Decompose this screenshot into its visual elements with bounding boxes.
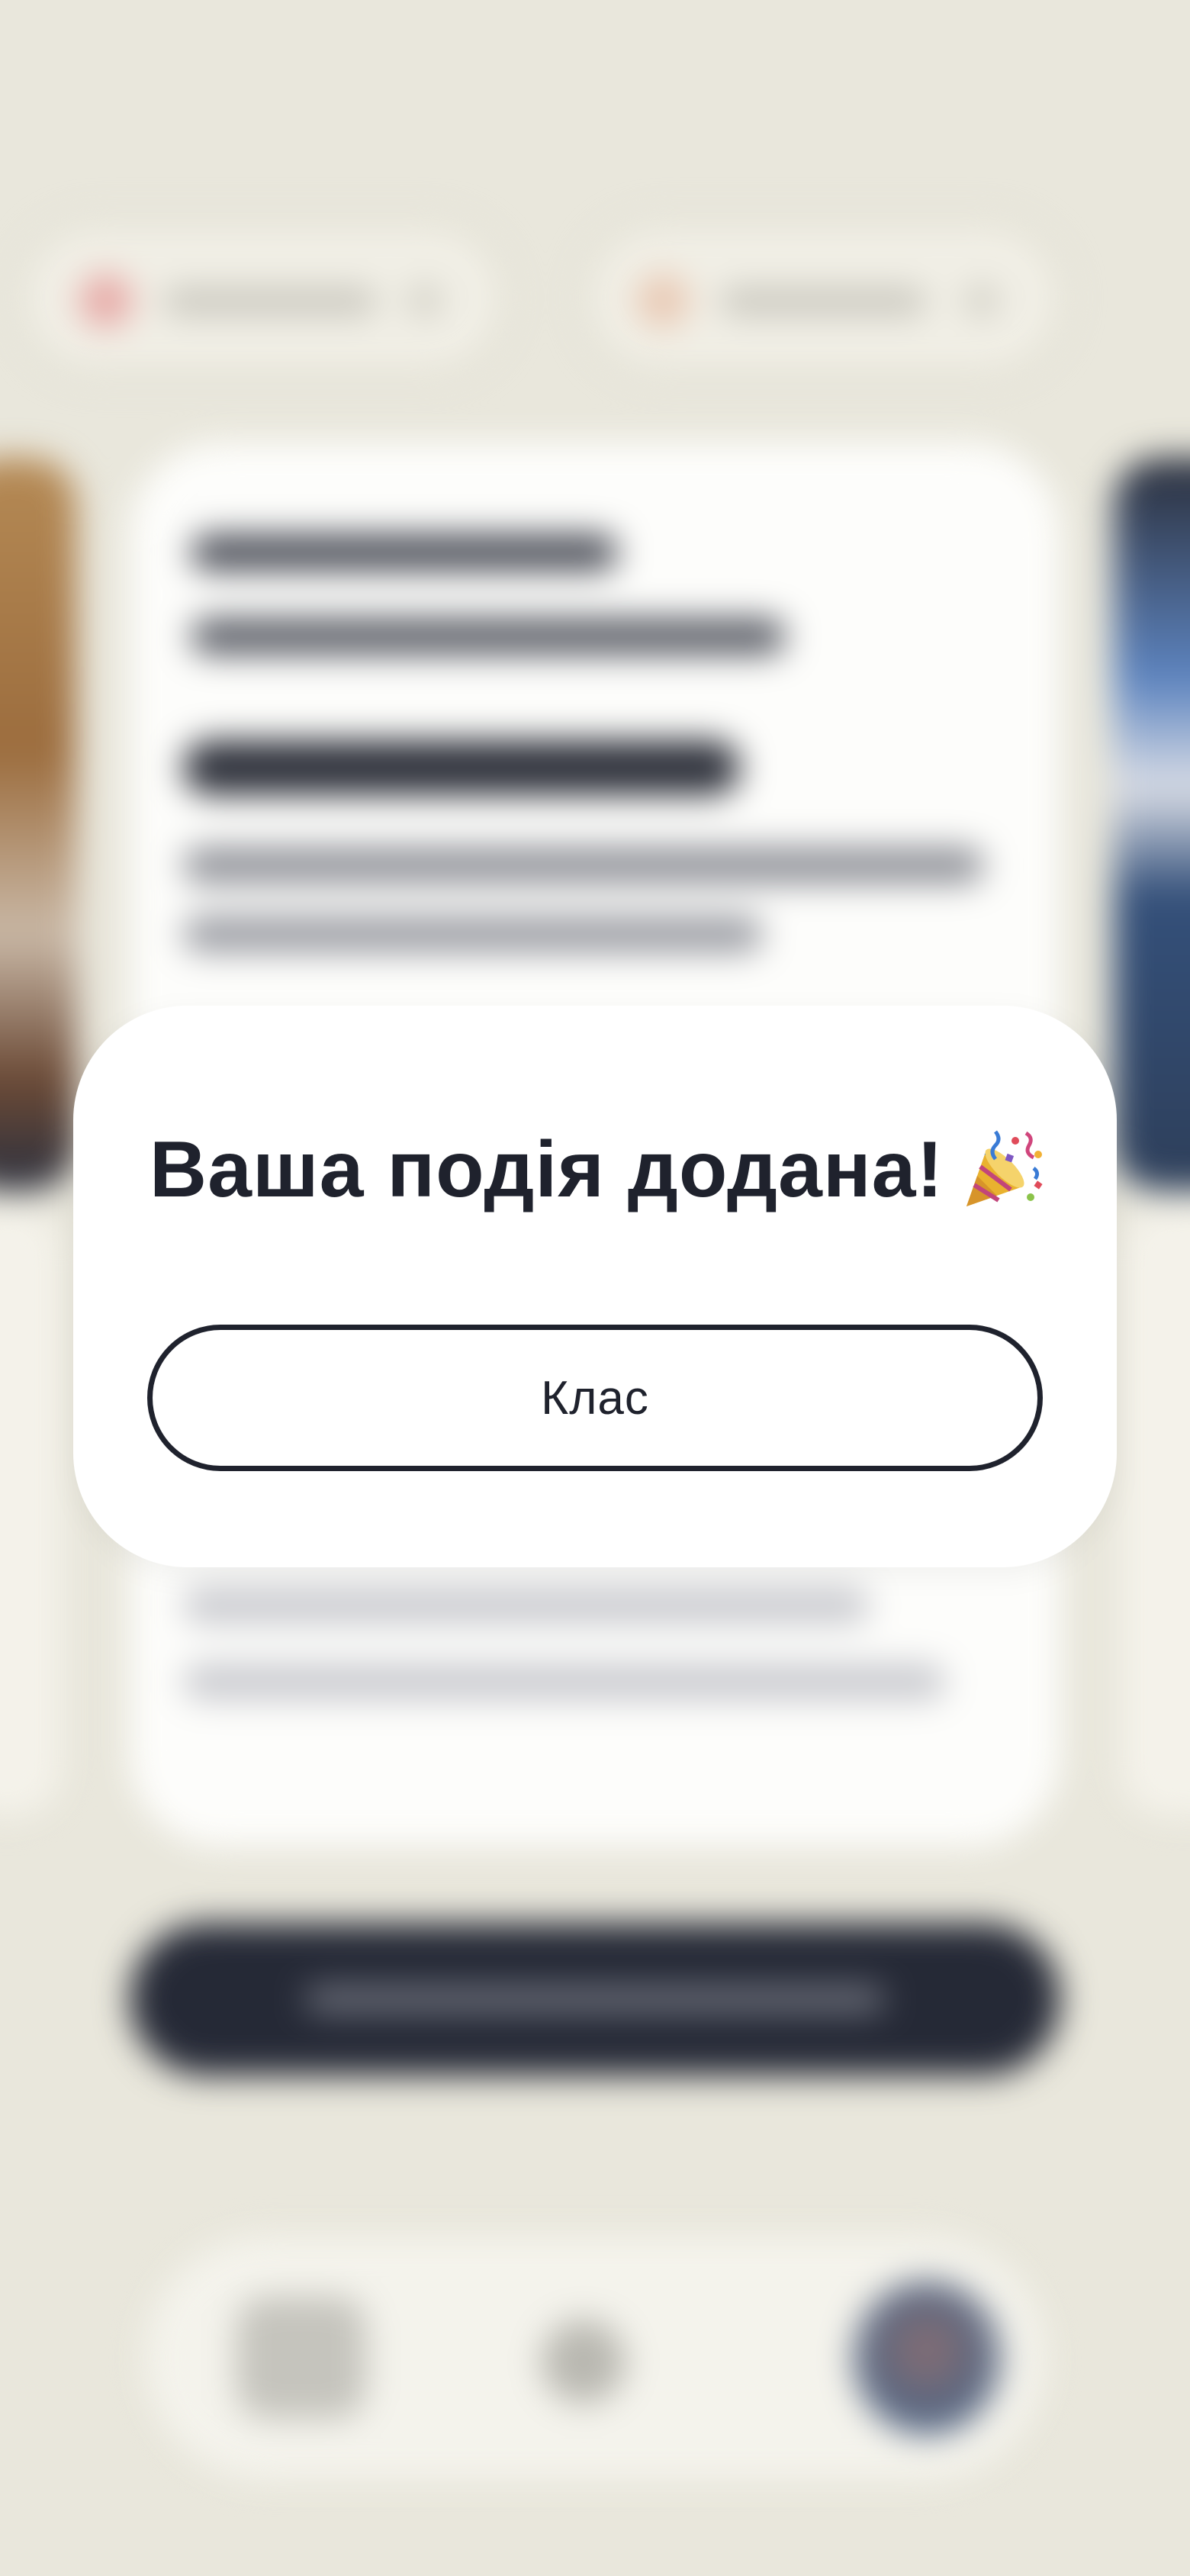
- card-text-line: [183, 847, 984, 884]
- event-added-dialog: Ваша подія додана! Клас: [73, 1006, 1117, 1567]
- side-card-right-image: [1114, 458, 1190, 1190]
- chip-icon: [636, 274, 690, 327]
- chip-label-placeholder: [720, 288, 926, 315]
- party-popper-icon: [960, 1127, 1046, 1212]
- class-button[interactable]: Клас: [147, 1325, 1043, 1471]
- plus-icon: [542, 2320, 626, 2404]
- side-card-right: [1121, 1206, 1190, 1816]
- card-text-line: [183, 1587, 870, 1624]
- avatar: [854, 2281, 999, 2434]
- primary-action-label-placeholder: [305, 1985, 885, 2013]
- card-meta-line: [191, 618, 786, 655]
- app-screen: Ваша подія додана! Клас: [0, 0, 1190, 2576]
- primary-action-bar: [130, 1923, 1060, 2075]
- class-button-label: Клас: [541, 1371, 649, 1425]
- card-title-line: [183, 740, 740, 795]
- chip-chevron-icon: [407, 283, 442, 318]
- dialog-header: Ваша подія додана!: [150, 1113, 1050, 1227]
- filter-chip-left: [15, 217, 511, 378]
- side-card-left-image: [0, 458, 76, 1190]
- card-text-line: [183, 916, 763, 952]
- bottom-navigation: [145, 2236, 1045, 2480]
- grid-icon: [236, 2297, 366, 2419]
- side-card-left: [0, 1206, 61, 1816]
- chip-icon: [79, 274, 133, 327]
- card-text-line: [183, 1663, 946, 1700]
- card-meta-line: [191, 534, 618, 571]
- dialog-title: Ваша подія додана!: [150, 1125, 944, 1214]
- chip-label-placeholder: [163, 288, 377, 315]
- chip-chevron-icon: [964, 283, 999, 318]
- filter-chip-right: [580, 217, 1068, 378]
